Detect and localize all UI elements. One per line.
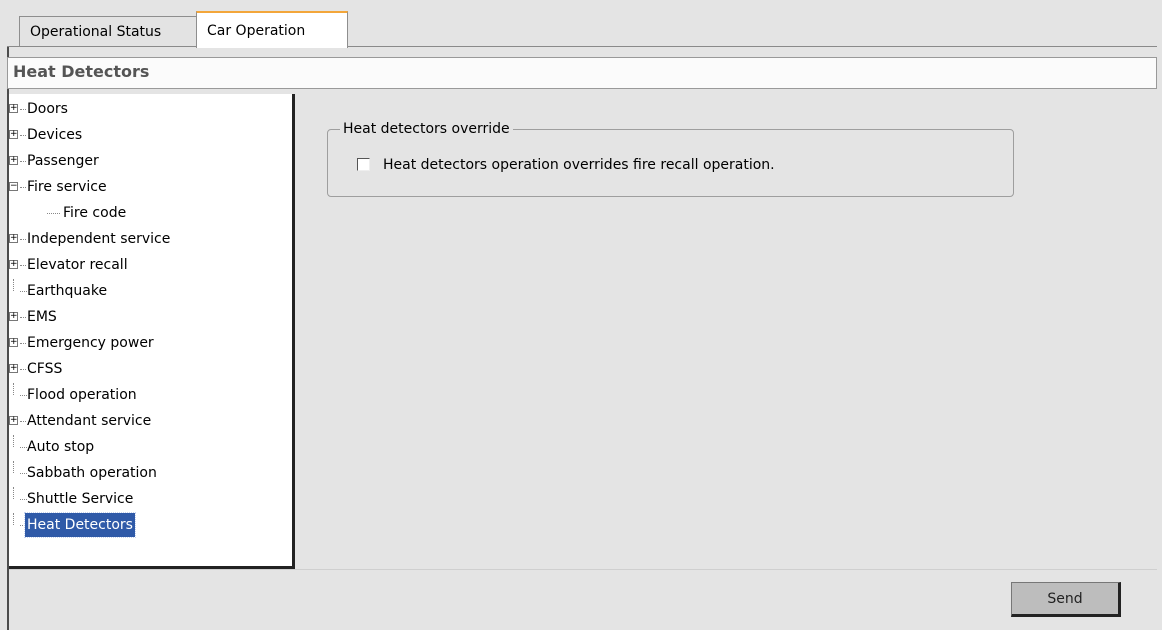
override-checkbox[interactable] bbox=[357, 158, 370, 171]
tree-item-label: Devices bbox=[27, 127, 83, 143]
expand-icon[interactable]: + bbox=[9, 234, 18, 243]
group-title: Heat detectors override bbox=[340, 120, 513, 138]
tab-bar: Operational Status Car Operation bbox=[0, 0, 1162, 48]
expand-icon[interactable]: + bbox=[9, 260, 18, 269]
footer-divider bbox=[9, 569, 1157, 570]
tree-item-label: Shuttle Service bbox=[27, 491, 134, 507]
expand-icon[interactable]: + bbox=[9, 130, 18, 139]
heat-detectors-override-group: Heat detectors override Heat detectors o… bbox=[327, 120, 1014, 197]
expand-icon[interactable]: + bbox=[9, 364, 18, 373]
tab-operational-status[interactable]: Operational Status bbox=[19, 16, 197, 46]
expand-icon[interactable]: + bbox=[9, 416, 18, 425]
expand-icon[interactable]: + bbox=[9, 312, 18, 321]
settings-panel: Heat detectors override Heat detectors o… bbox=[298, 94, 1157, 569]
override-checkbox-label[interactable]: Heat detectors operation overrides fire … bbox=[383, 155, 775, 175]
tree-item-label: CFSS bbox=[27, 361, 63, 377]
tree-item-label: Fire code bbox=[63, 205, 127, 221]
expand-icon[interactable]: + bbox=[9, 104, 18, 113]
collapse-icon[interactable]: − bbox=[9, 182, 18, 191]
tree-item-label: Elevator recall bbox=[27, 257, 128, 273]
tree-item-label: Flood operation bbox=[27, 387, 137, 403]
send-button[interactable]: Send bbox=[1011, 582, 1121, 617]
tree-item-label: Emergency power bbox=[27, 335, 154, 351]
page-title: Heat Detectors bbox=[13, 62, 150, 81]
tab-car-operation[interactable]: Car Operation bbox=[196, 11, 348, 48]
navigation-tree[interactable]: + Doors + Devices + Passenger − Fire ser… bbox=[9, 94, 295, 569]
tree-item-label: EMS bbox=[27, 309, 57, 325]
tree-item-label: Heat Detectors bbox=[24, 512, 136, 538]
tree-item-label: Independent service bbox=[27, 231, 171, 247]
tree-item-label: Earthquake bbox=[27, 283, 108, 299]
tree-item-label: Auto stop bbox=[27, 439, 95, 455]
expand-icon[interactable]: + bbox=[9, 338, 18, 347]
tree-item-label: Fire service bbox=[27, 179, 107, 195]
tree-item-label: Doors bbox=[27, 101, 68, 117]
tree-item-label: Passenger bbox=[27, 153, 99, 169]
expand-icon[interactable]: + bbox=[9, 156, 18, 165]
tree-item-label: Attendant service bbox=[27, 413, 152, 429]
page-title-bar: Heat Detectors bbox=[7, 57, 1157, 89]
tree-item-label: Sabbath operation bbox=[27, 465, 157, 481]
